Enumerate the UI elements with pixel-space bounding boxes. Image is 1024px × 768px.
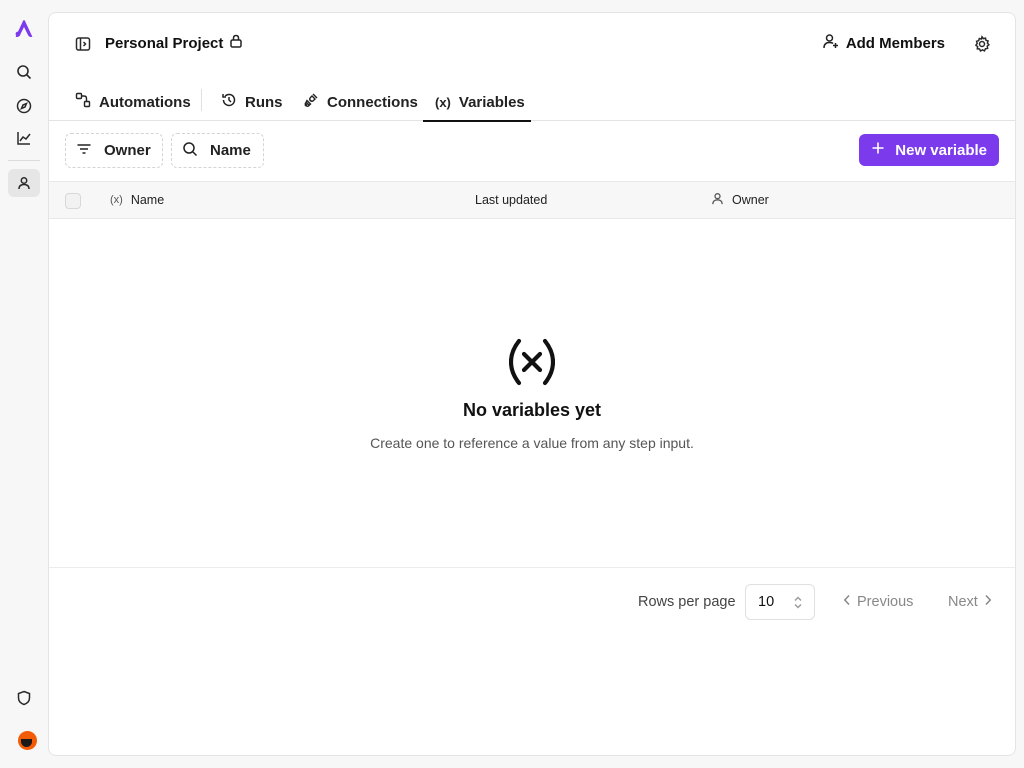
empty-state-description: Create one to reference a value from any…	[370, 435, 694, 451]
rows-per-page-label: Rows per page	[638, 594, 736, 610]
column-owner-header[interactable]: Owner	[711, 182, 769, 218]
rail-divider	[8, 160, 40, 161]
main-panel: Personal Project Add Members Automations	[48, 12, 1016, 756]
compass-icon[interactable]	[8, 92, 40, 120]
add-members-label: Add Members	[845, 34, 945, 52]
tab-label: Connections	[327, 93, 418, 111]
next-page-button[interactable]: Next	[948, 594, 992, 610]
user-plus-icon	[823, 33, 839, 53]
chevron-left-icon	[843, 594, 851, 610]
lock-icon	[229, 34, 243, 52]
chart-icon[interactable]	[8, 124, 40, 152]
search-icon[interactable]	[8, 58, 40, 86]
empty-state-title: No variables yet	[462, 400, 602, 420]
owner-filter-button[interactable]: Owner	[65, 133, 163, 168]
tab-label: Variables	[458, 93, 525, 111]
select-all-checkbox[interactable]	[65, 193, 81, 209]
filter-lines-icon	[76, 141, 92, 161]
new-variable-label: New variable	[895, 141, 987, 159]
project-title[interactable]: Personal Project	[105, 34, 243, 52]
variable-icon: (x)	[110, 194, 123, 206]
column-label: Last updated	[475, 193, 548, 207]
tab-variables[interactable]: (x) Variables	[423, 83, 531, 122]
project-header: Personal Project Add Members	[49, 13, 1015, 73]
search-icon	[182, 141, 198, 161]
left-rail	[0, 0, 48, 768]
owner-filter-label: Owner	[104, 142, 151, 159]
variable-icon: (x)	[435, 94, 451, 110]
tab-automations[interactable]: Automations	[63, 83, 203, 121]
tab-divider	[201, 89, 202, 111]
sidebar-toggle-icon[interactable]	[75, 36, 91, 52]
footer-divider	[49, 567, 1015, 568]
rows-per-page-value: 10	[758, 594, 775, 610]
next-label: Next	[948, 594, 978, 610]
tab-label: Automations	[99, 93, 191, 111]
add-members-button[interactable]: Add Members	[823, 33, 945, 53]
name-filter-label: Name	[210, 142, 251, 159]
settings-gear-icon[interactable]	[973, 35, 991, 53]
chevron-right-icon	[984, 594, 992, 610]
name-filter-button[interactable]: Name	[171, 133, 264, 168]
column-last-updated-header[interactable]: Last updated	[475, 182, 547, 218]
chevrons-up-down-icon	[793, 595, 803, 610]
avatar[interactable]	[18, 731, 37, 750]
column-label: Owner	[732, 193, 769, 207]
automations-icon	[75, 92, 91, 112]
tab-connections[interactable]: Connections	[291, 83, 430, 121]
table-header: (x) Name Last updated Owner	[49, 181, 1015, 219]
plus-icon	[871, 141, 885, 159]
previous-page-button[interactable]: Previous	[843, 594, 913, 610]
user-icon	[711, 192, 724, 208]
tab-label: Runs	[245, 93, 283, 111]
previous-label: Previous	[857, 594, 914, 610]
new-variable-button[interactable]: New variable	[859, 134, 999, 166]
tab-runs[interactable]: Runs	[209, 83, 295, 121]
column-label: Name	[130, 193, 165, 207]
rows-per-page-select[interactable]: 10	[745, 584, 815, 620]
logo-icon[interactable]	[8, 14, 40, 42]
history-icon	[221, 92, 237, 112]
shield-icon[interactable]	[8, 684, 40, 712]
variable-empty-icon	[508, 337, 556, 387]
project-title-text: Personal Project	[105, 34, 224, 52]
column-name-header[interactable]: (x) Name	[110, 182, 164, 218]
tab-bar: Automations Runs Connections (x) Variabl…	[49, 83, 1015, 122]
plug-icon	[303, 92, 319, 112]
user-icon[interactable]	[8, 169, 40, 197]
